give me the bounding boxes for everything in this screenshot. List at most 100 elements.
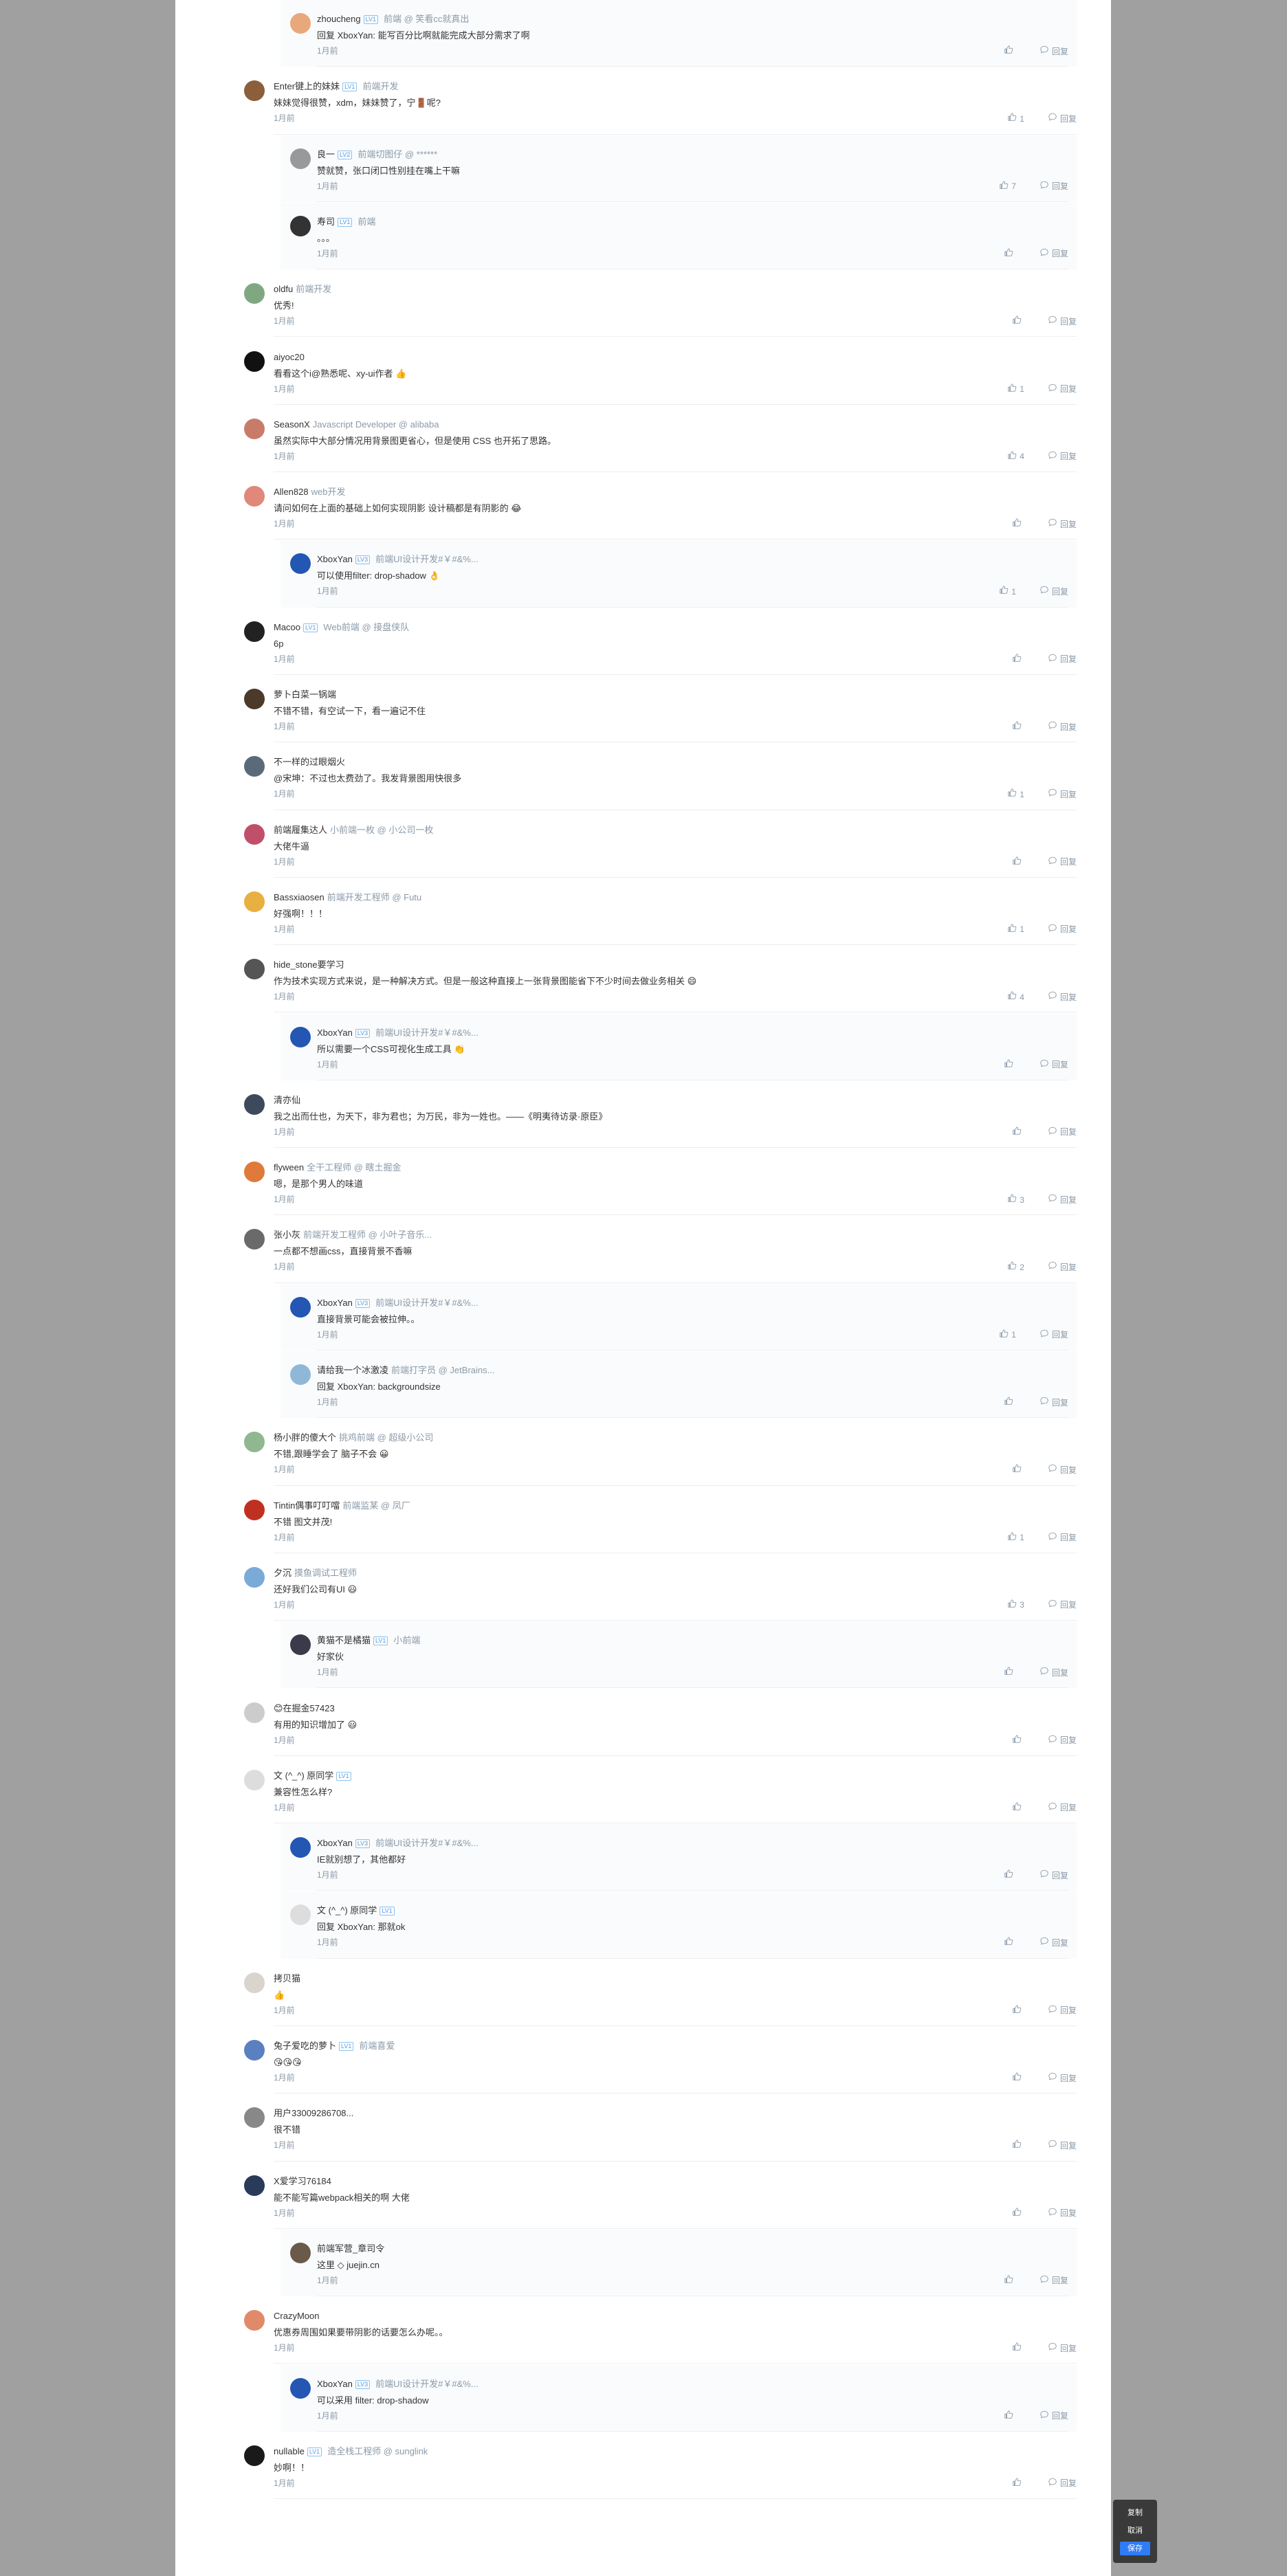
like-button[interactable] [1012,518,1024,531]
avatar[interactable] [244,621,265,642]
like-button[interactable]: 1 [999,1329,1016,1342]
cancel-button[interactable]: 取消 [1120,2524,1150,2538]
avatar[interactable] [290,1634,311,1656]
avatar[interactable] [244,1229,265,1250]
like-button[interactable]: 1 [1007,1531,1024,1544]
username[interactable]: XboxYan [317,1028,353,1038]
username[interactable]: 杨小胖的傻大个 [274,1432,336,1443]
like-button[interactable]: 1 [999,585,1016,598]
like-button[interactable] [1012,720,1024,733]
avatar[interactable] [244,2175,265,2196]
reply-button[interactable]: 回复 [1048,383,1077,396]
username[interactable]: Allen828 [274,487,309,497]
reply-button[interactable]: 回复 [1040,1058,1068,1072]
username[interactable]: X爱学习76184 [274,2176,331,2186]
like-button[interactable] [1004,1666,1016,1679]
avatar[interactable] [244,1162,265,1183]
like-button[interactable]: 4 [1007,990,1024,1003]
avatar[interactable] [290,215,311,236]
like-button[interactable] [1004,247,1016,260]
reply-button[interactable]: 回复 [1048,1801,1077,1814]
username[interactable]: aiyoc20 [274,352,305,362]
avatar[interactable] [244,1432,265,1453]
copy-button[interactable]: 复制 [1120,2506,1150,2520]
reply-button[interactable]: 回复 [1040,247,1068,260]
avatar[interactable] [244,1972,265,1993]
username[interactable]: flyween [274,1162,304,1173]
username[interactable]: Enter键上的妹妹 [274,81,340,91]
like-button[interactable] [1012,2072,1024,2085]
like-button[interactable]: 2 [1007,1261,1024,1274]
reply-button[interactable]: 回复 [1048,2207,1077,2220]
reply-button[interactable]: 回复 [1048,2342,1077,2355]
like-button[interactable]: 7 [999,180,1016,193]
like-button[interactable] [1012,1734,1024,1747]
avatar[interactable] [244,283,265,304]
like-button[interactable] [1012,856,1024,869]
username[interactable]: 张小灰 [274,1230,300,1240]
reply-button[interactable]: 回复 [1040,45,1068,58]
like-button[interactable] [1012,2207,1024,2220]
username[interactable]: 寿司 [317,216,335,227]
avatar[interactable] [290,13,311,34]
username[interactable]: 清亦仙 [274,1095,300,1105]
reply-button[interactable]: 回复 [1048,1261,1077,1274]
reply-button[interactable]: 回复 [1048,856,1077,869]
username[interactable]: Bassxiaosen [274,892,324,902]
username[interactable]: zhoucheng [317,14,361,24]
reply-button[interactable]: 回复 [1040,1666,1068,1679]
like-button[interactable] [1012,2004,1024,2017]
reply-button[interactable]: 回复 [1040,2274,1068,2287]
avatar[interactable] [290,1905,311,1926]
username[interactable]: 用户33009286708... [274,2108,353,2118]
username[interactable]: 兔子爱吃的萝卜 [274,2041,336,2051]
like-button[interactable] [1012,1126,1024,1139]
username[interactable]: CrazyMoon [274,2311,319,2321]
like-button[interactable]: 1 [1007,788,1024,801]
reply-button[interactable]: 回复 [1040,2410,1068,2423]
like-button[interactable] [1012,1801,1024,1814]
reply-button[interactable]: 回复 [1048,450,1077,463]
reply-button[interactable]: 回复 [1048,788,1077,801]
avatar[interactable] [244,2040,265,2061]
reply-button[interactable]: 回复 [1048,1463,1077,1476]
like-button[interactable] [1004,1396,1016,1409]
like-button[interactable]: 4 [1007,450,1024,463]
reply-button[interactable]: 回复 [1048,315,1077,328]
username[interactable]: 良一 [317,149,335,159]
avatar[interactable] [244,756,265,777]
reply-button[interactable]: 回复 [1040,1869,1068,1882]
reply-button[interactable]: 回复 [1040,1936,1068,1949]
avatar[interactable] [290,1364,311,1385]
like-button[interactable] [1012,2477,1024,2490]
avatar[interactable] [244,1093,265,1115]
avatar[interactable] [244,959,265,980]
username[interactable]: 黄猫不是橘猫 [317,1635,371,1645]
reply-button[interactable]: 回复 [1048,1531,1077,1544]
reply-button[interactable]: 回复 [1048,1734,1077,1747]
avatar[interactable] [244,1499,265,1520]
username[interactable]: XboxYan [317,1298,353,1308]
like-button[interactable]: 1 [1007,923,1024,936]
like-button[interactable] [1012,2342,1024,2355]
username[interactable]: XboxYan [317,2379,353,2389]
like-button[interactable] [1004,45,1016,58]
like-button[interactable] [1004,2410,1016,2423]
like-button[interactable]: 3 [1007,1193,1024,1206]
reply-button[interactable]: 回复 [1048,2477,1077,2490]
username[interactable]: 萝卜白菜一锅端 [274,689,336,700]
reply-button[interactable]: 回复 [1048,990,1077,1003]
avatar[interactable] [244,2445,265,2466]
avatar[interactable] [290,148,311,169]
username[interactable]: XboxYan [317,554,353,564]
reply-button[interactable]: 回复 [1048,923,1077,936]
username[interactable]: 拷贝猫 [274,1973,300,1984]
reply-button[interactable]: 回复 [1048,518,1077,531]
like-button[interactable] [1004,1869,1016,1882]
avatar[interactable] [244,2107,265,2129]
reply-button[interactable]: 回复 [1040,585,1068,598]
reply-button[interactable]: 回复 [1048,653,1077,666]
avatar[interactable] [244,351,265,372]
avatar[interactable] [290,1837,311,1858]
avatar[interactable] [244,689,265,709]
